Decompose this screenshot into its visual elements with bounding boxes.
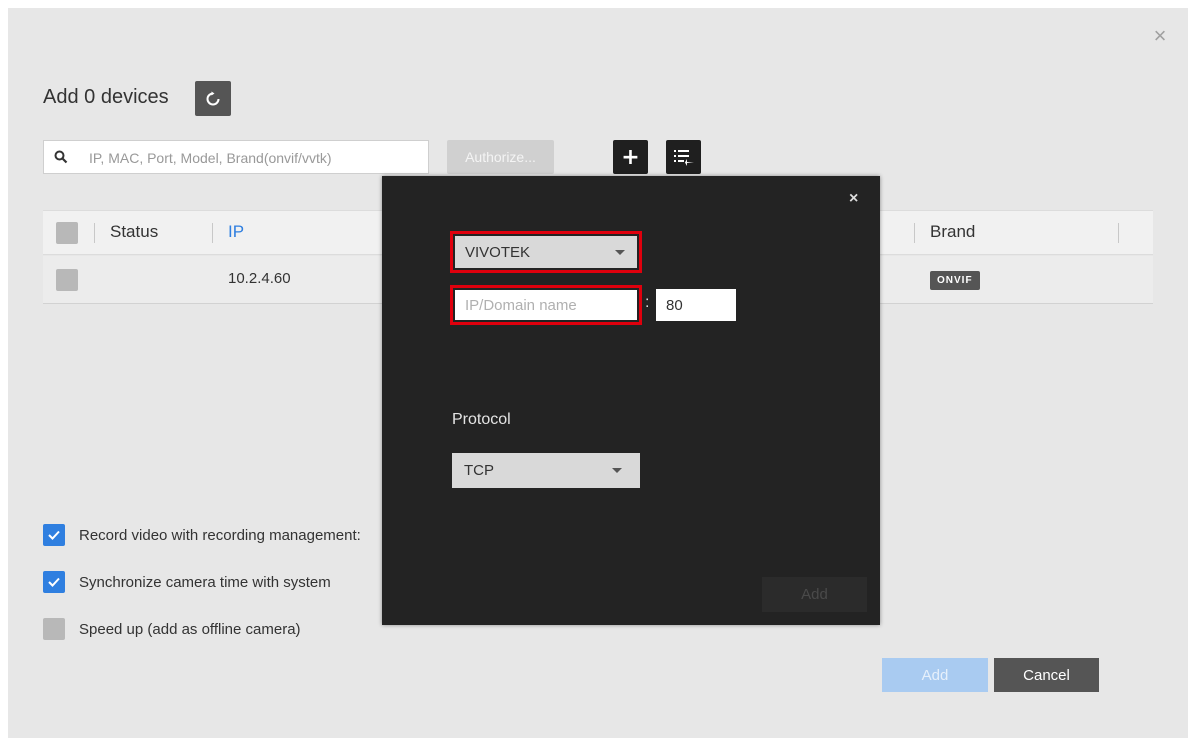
row-checkbox[interactable] [56, 269, 78, 291]
chevron-down-icon [615, 250, 625, 255]
column-divider [914, 223, 915, 243]
search-input[interactable] [89, 147, 419, 169]
option-label: Record video with recording management: [79, 526, 361, 544]
protocol-select-value: TCP [464, 462, 494, 479]
row-ip: 10.2.4.60 [228, 270, 291, 287]
port-separator: : [645, 294, 650, 311]
sync-time-checkbox[interactable] [43, 571, 65, 593]
import-list-icon [673, 150, 694, 166]
dialog-close-icon[interactable]: × [849, 190, 858, 208]
cancel-button[interactable]: Cancel [994, 658, 1099, 692]
add-device-dialog: × VIVOTEK : Protocol TCP Add [382, 176, 880, 625]
search-box [43, 140, 429, 174]
column-status[interactable]: Status [110, 222, 158, 242]
add-device-button[interactable]: + [613, 140, 648, 174]
refresh-button[interactable] [195, 81, 231, 116]
close-icon[interactable]: × [1150, 25, 1170, 47]
dialog-add-button[interactable]: Add [762, 577, 867, 612]
option-label: Speed up (add as offline camera) [79, 620, 301, 638]
protocol-select[interactable]: TCP [452, 453, 640, 488]
port-input[interactable] [656, 289, 736, 321]
protocol-label: Protocol [452, 411, 511, 428]
checkmark-icon [48, 577, 60, 587]
chevron-down-icon [612, 468, 622, 473]
select-all-checkbox[interactable] [56, 222, 78, 244]
brand-select[interactable]: VIVOTEK [455, 236, 637, 268]
column-divider [94, 223, 95, 243]
speed-up-checkbox[interactable] [43, 618, 65, 640]
brand-select-value: VIVOTEK [465, 243, 531, 261]
brand-badge: ONVIF [930, 271, 980, 290]
column-divider [212, 223, 213, 243]
option-label: Synchronize camera time with system [79, 573, 331, 591]
option-sync-time[interactable]: Synchronize camera time with system [43, 571, 331, 593]
column-brand[interactable]: Brand [930, 222, 975, 242]
column-divider [1118, 223, 1119, 243]
add-button[interactable]: Add [882, 658, 988, 692]
search-icon [54, 150, 68, 164]
refresh-icon [206, 91, 220, 105]
column-ip[interactable]: IP [228, 222, 244, 242]
record-video-checkbox[interactable] [43, 524, 65, 546]
option-speed-up[interactable]: Speed up (add as offline camera) [43, 618, 301, 640]
import-list-button[interactable] [666, 140, 701, 174]
checkmark-icon [48, 530, 60, 540]
authorize-button[interactable]: Authorize... [447, 140, 554, 174]
page-title: Add 0 devices [43, 86, 169, 108]
option-record-video[interactable]: Record video with recording management: [43, 524, 361, 546]
host-input[interactable] [455, 290, 637, 320]
